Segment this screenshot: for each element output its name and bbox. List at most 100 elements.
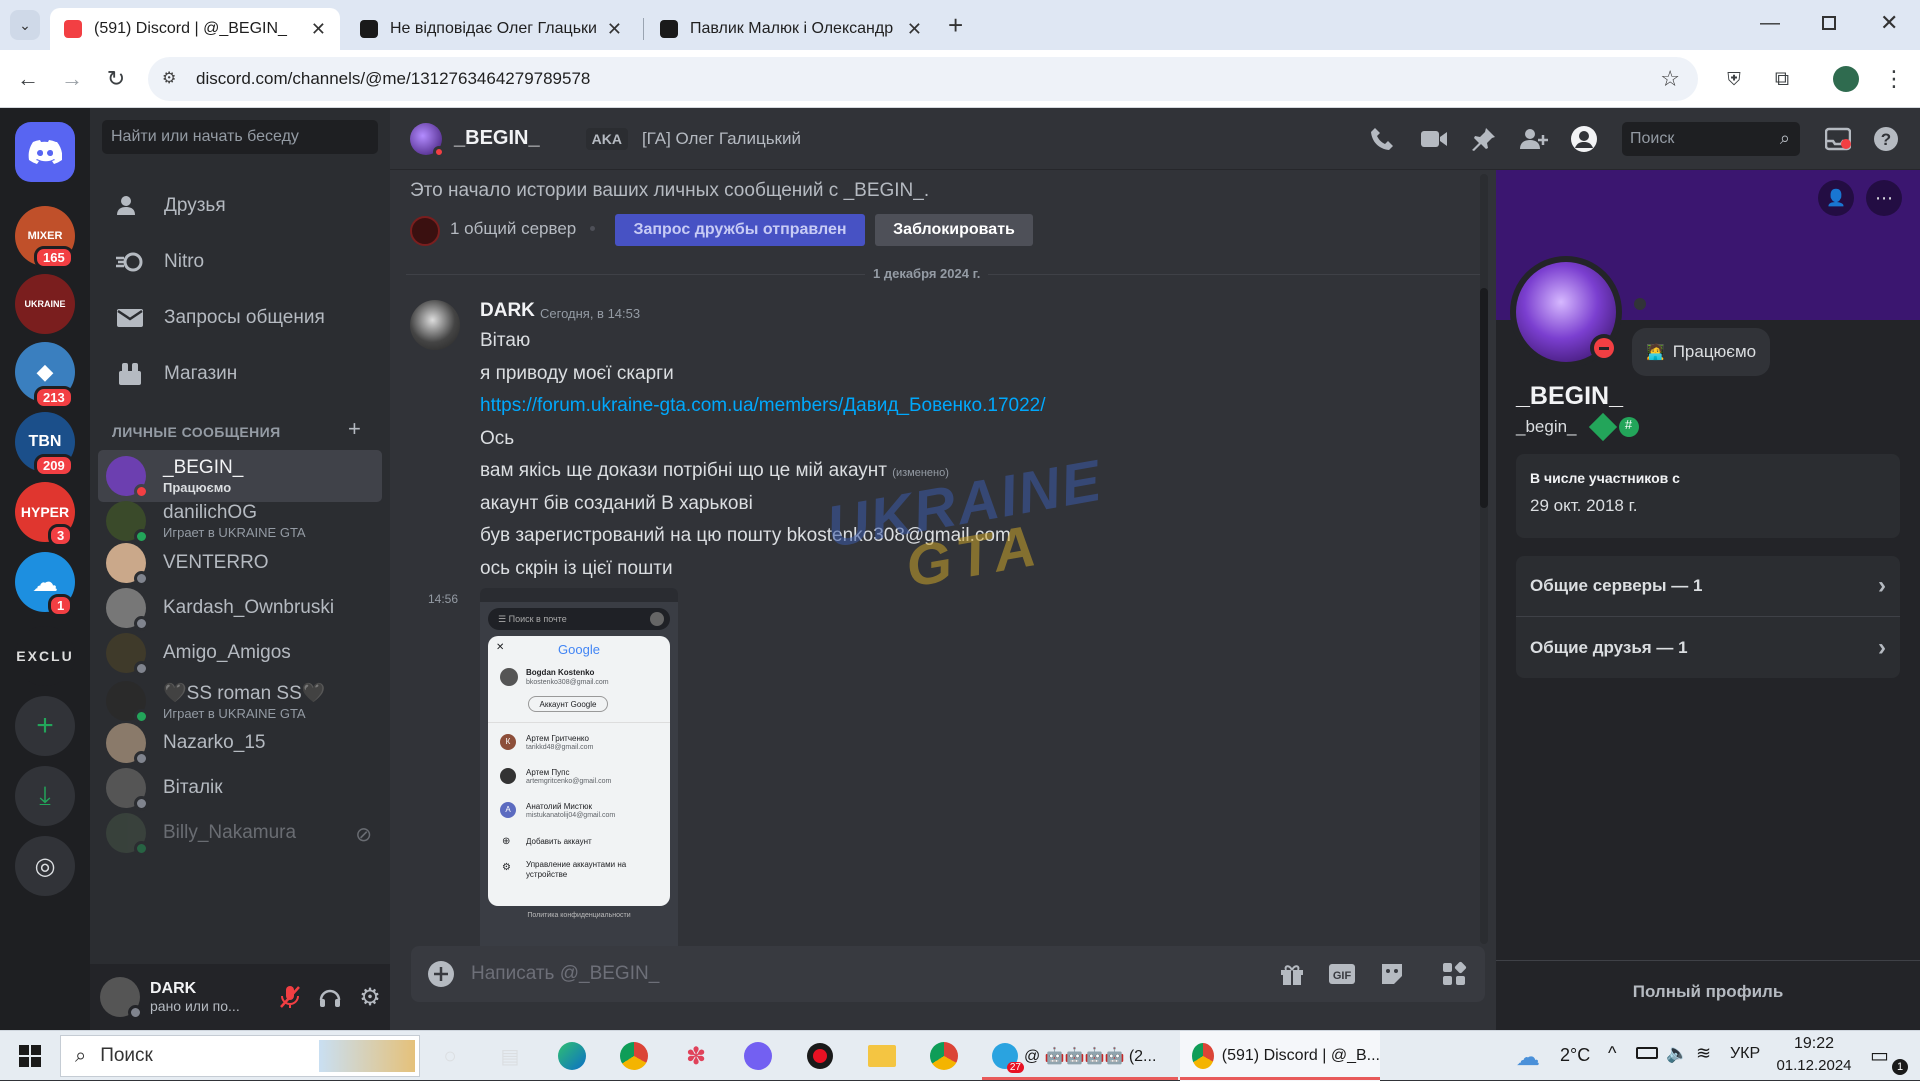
tab-close-icon[interactable]: ✕	[907, 19, 922, 40]
dm-item[interactable]: Віталік	[98, 765, 382, 811]
home-button[interactable]	[15, 122, 75, 182]
back-icon[interactable]: ←	[8, 50, 48, 108]
header-avatar[interactable]	[410, 122, 445, 158]
gif-icon[interactable]: GIF	[1317, 962, 1367, 986]
gift-icon[interactable]	[1267, 961, 1317, 987]
message-author[interactable]: DARK	[480, 300, 535, 322]
guild-badge: 213	[34, 386, 74, 409]
tab-discord[interactable]: (591) Discord | @_BEGIN_ ✕	[50, 8, 340, 50]
add-friend-icon[interactable]: 👤	[1818, 180, 1854, 216]
nav-message-requests[interactable]: Запросы общения	[98, 294, 382, 342]
nav-shop[interactable]: Магазин	[98, 350, 382, 398]
nav-friends[interactable]: Друзья	[98, 182, 382, 230]
dm-item[interactable]: Amigo_Amigos	[98, 630, 382, 676]
cortana-icon[interactable]: ○	[424, 1031, 476, 1081]
language-indicator[interactable]: УКР	[1730, 1045, 1760, 1063]
voice-call-icon[interactable]	[1360, 108, 1404, 170]
extensions-icon[interactable]: ⧉	[1762, 50, 1802, 108]
user-profile-toggle-icon[interactable]	[1562, 108, 1606, 170]
dm-item[interactable]: Nazarko_15	[98, 720, 382, 766]
bookmark-star-icon[interactable]: ☆	[1660, 66, 1680, 92]
nav-nitro[interactable]: Nitro	[98, 238, 382, 286]
new-tab-button[interactable]: +	[948, 10, 963, 41]
address-bar[interactable]: ⚙ discord.com/channels/@me/1312763464279…	[148, 57, 1698, 101]
chat-scrollbar-thumb[interactable]	[1480, 288, 1488, 508]
taskbar-telegram[interactable]: 27 @ 🤖🤖🤖🤖 (2...	[982, 1031, 1178, 1081]
guild-exclu[interactable]: EXCLU	[15, 626, 75, 686]
volume-icon[interactable]: 🔈	[1666, 1043, 1688, 1064]
clock-time[interactable]: 19:22	[1774, 1035, 1854, 1053]
add-server-plus-icon[interactable]: +	[15, 696, 75, 756]
shield-icon[interactable]: ⛨	[1714, 50, 1754, 108]
taskbar-discord-window[interactable]: (591) Discord | @_B...	[1180, 1031, 1380, 1081]
notification-center-icon[interactable]: ▭	[1870, 1043, 1889, 1068]
apps-launcher-icon[interactable]	[1423, 946, 1485, 1002]
browser-menu-icon[interactable]: ⋮	[1874, 50, 1914, 108]
mute-mic-icon[interactable]	[270, 985, 310, 1009]
close-icon[interactable]: ✕	[1880, 10, 1898, 36]
site-info-icon[interactable]: ⚙	[162, 68, 176, 88]
chrome-profile-icon[interactable]	[918, 1031, 970, 1081]
tab-search-icon[interactable]: ⌄	[10, 10, 40, 40]
member-since-card: В числе участников с 29 окт. 2018 г.	[1516, 454, 1900, 538]
block-button[interactable]: Заблокировать	[875, 214, 1033, 246]
message-input[interactable]: Написать @_BEGIN_	[471, 963, 1267, 985]
mutual-friends-row[interactable]: Общие друзья — 1 ›	[1516, 617, 1900, 678]
chrome-icon[interactable]	[608, 1031, 660, 1081]
sticker-icon[interactable]	[1367, 961, 1417, 987]
message-author-avatar[interactable]	[410, 300, 460, 350]
tab-third[interactable]: Павлик Малюк і Олександр П ✕	[646, 8, 936, 50]
more-options-icon[interactable]: ⋯	[1866, 180, 1902, 216]
weather-temp[interactable]: 2°C	[1560, 1045, 1590, 1066]
dm-item[interactable]: Kardash_Ownbruski	[98, 585, 382, 631]
video-call-icon[interactable]	[1412, 108, 1456, 170]
clock-date[interactable]: 01.12.2024	[1770, 1057, 1858, 1074]
dm-avatar	[106, 681, 149, 724]
full-profile-link[interactable]: Полный профиль	[1496, 982, 1920, 1002]
guild-ukraine[interactable]: UKRAINE	[15, 274, 75, 334]
taskbar-search-input[interactable]: ⌕ Поиск	[60, 1035, 420, 1077]
message-list: Это начало истории ваших личных сообщени…	[390, 170, 1496, 964]
create-dm-plus-icon[interactable]: +	[348, 416, 361, 442]
weather-cloud-icon[interactable]: ☁	[1516, 1043, 1540, 1072]
task-view-icon[interactable]: ▤	[484, 1031, 536, 1081]
friend-request-sent-button[interactable]: Запрос дружбы отправлен	[615, 214, 865, 246]
edge-icon[interactable]	[546, 1031, 598, 1081]
windows-start-icon[interactable]	[4, 1031, 56, 1081]
settings-gear-icon[interactable]: ⚙	[350, 983, 390, 1012]
profile-avatar-icon[interactable]	[1826, 50, 1866, 108]
forward-icon[interactable]: →	[52, 50, 92, 108]
message-composer[interactable]: Написать @_BEGIN_ GIF	[411, 946, 1467, 1002]
record-icon[interactable]	[794, 1031, 846, 1081]
restore-icon[interactable]	[1822, 16, 1836, 30]
dm-item[interactable]: Billy_Nakamura ⊘	[98, 810, 382, 856]
dm-item[interactable]: VENTERRO	[98, 540, 382, 586]
tab-second[interactable]: Не відповідає Олег Глацький | ✕	[346, 8, 636, 50]
file-explorer-icon[interactable]	[856, 1031, 908, 1081]
user-avatar[interactable]	[100, 977, 143, 1020]
headphones-icon[interactable]	[310, 986, 350, 1008]
download-icon[interactable]: ⤓	[15, 766, 75, 826]
upload-plus-icon[interactable]	[411, 960, 471, 988]
minimize-icon[interactable]: —	[1760, 12, 1780, 35]
battery-icon[interactable]	[1636, 1047, 1658, 1059]
viber-icon[interactable]	[732, 1031, 784, 1081]
add-friends-to-dm-icon[interactable]	[1512, 108, 1556, 170]
tray-chevron-up-icon[interactable]: ^	[1608, 1043, 1616, 1064]
image-attachment[interactable]: ☰ Поиск в почте ✕ Google Bogdan Kostenko…	[480, 588, 678, 964]
network-icon[interactable]: ≋	[1696, 1043, 1711, 1064]
inbox-icon[interactable]	[1816, 108, 1860, 170]
pinned-messages-icon[interactable]	[1462, 108, 1506, 170]
compass-icon[interactable]: ◎	[15, 836, 75, 896]
dm-search-input[interactable]: Найти или начать беседу	[102, 120, 378, 154]
tab-close-icon[interactable]: ✕	[311, 19, 326, 40]
tab-close-icon[interactable]: ✕	[607, 19, 622, 40]
reload-icon[interactable]: ↻	[96, 50, 136, 108]
app-icon[interactable]: ✽	[670, 1031, 722, 1081]
mutual-servers-link[interactable]: 1 общий сервер	[450, 219, 576, 239]
chat-search-input[interactable]: Поиск ⌕	[1622, 122, 1800, 156]
message-link[interactable]: https://forum.ukraine-gta.com.ua/members…	[480, 395, 1046, 417]
mutual-server-icon[interactable]	[410, 216, 440, 246]
mutual-servers-row[interactable]: Общие серверы — 1 ›	[1516, 556, 1900, 617]
help-icon[interactable]: ?	[1864, 108, 1908, 170]
